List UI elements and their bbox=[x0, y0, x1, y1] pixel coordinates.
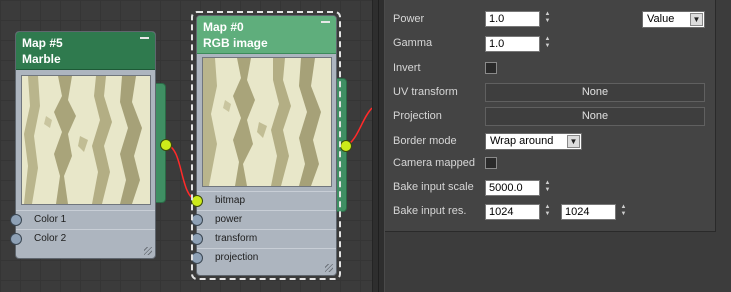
border-mode-dropdown[interactable]: Wrap around ▼ bbox=[485, 133, 582, 150]
gamma-field[interactable]: 1.0 bbox=[485, 36, 540, 52]
border-mode-label: Border mode bbox=[393, 135, 457, 147]
uv-transform-button[interactable]: None bbox=[485, 83, 705, 102]
up-down-arrows-icon[interactable]: ▲ ▼ bbox=[618, 204, 629, 220]
power-mode-dropdown[interactable]: Value ▼ bbox=[642, 11, 705, 28]
node-editor-canvas[interactable]: Map #5 Marble Color 1 Color 2 Map #0 RGB… bbox=[0, 0, 372, 292]
input-slot-color-1[interactable]: Color 1 bbox=[10, 210, 155, 229]
projection-button[interactable]: None bbox=[485, 107, 705, 126]
projection-label: Projection bbox=[393, 110, 442, 122]
bake-input-scale-field[interactable]: 5000.0 bbox=[485, 180, 540, 196]
bake-input-res-x-field[interactable]: 1024 bbox=[485, 204, 540, 220]
up-down-arrows-icon[interactable]: ▲ ▼ bbox=[542, 11, 553, 27]
node-subtitle: Marble bbox=[22, 52, 61, 66]
marble-node-header[interactable]: Map #5 Marble bbox=[16, 32, 155, 70]
uv-transform-label: UV transform bbox=[393, 86, 458, 98]
up-down-arrows-icon[interactable]: ▲ ▼ bbox=[542, 204, 553, 220]
splitter-line bbox=[378, 0, 379, 292]
power-label: Power bbox=[393, 13, 425, 25]
camera-mapped-label: Camera mapped bbox=[393, 157, 475, 169]
chevron-down-icon[interactable]: ▼ bbox=[690, 13, 703, 26]
marble-texture-image bbox=[22, 76, 150, 204]
bake-input-res-y-field[interactable]: 1024 bbox=[561, 204, 616, 220]
bake-input-scale-label: Bake input scale bbox=[393, 181, 474, 193]
panel-splitter[interactable] bbox=[372, 0, 385, 292]
gamma-label: Gamma bbox=[393, 37, 433, 49]
power-field[interactable]: 1.0 bbox=[485, 11, 540, 27]
collapse-icon[interactable] bbox=[140, 37, 149, 39]
marble-output-socket[interactable] bbox=[160, 139, 172, 151]
up-down-arrows-icon[interactable]: ▲ ▼ bbox=[542, 180, 553, 196]
chevron-down-icon[interactable]: ▼ bbox=[567, 135, 580, 148]
node-title: Map #5 bbox=[22, 36, 63, 50]
slot-label: Color 1 bbox=[34, 214, 67, 225]
slot-label: Color 2 bbox=[34, 233, 67, 244]
rgb-output-socket[interactable] bbox=[340, 140, 352, 152]
camera-mapped-checkbox[interactable] bbox=[485, 157, 497, 169]
marble-preview-thumbnail bbox=[21, 75, 151, 205]
input-slot-color-2[interactable]: Color 2 bbox=[10, 229, 155, 248]
input-socket[interactable] bbox=[10, 214, 22, 226]
invert-label: Invert bbox=[393, 62, 421, 74]
marble-map-node[interactable]: Map #5 Marble Color 1 Color 2 bbox=[10, 31, 156, 259]
invert-checkbox[interactable] bbox=[485, 62, 497, 74]
dropdown-value: Wrap around bbox=[490, 135, 554, 147]
up-down-arrows-icon[interactable]: ▲ ▼ bbox=[542, 36, 553, 52]
parameter-panel: Power 1.0 ▲ ▼ Value ▼ Gamma 1.0 ▲ ▼ Invert… bbox=[385, 0, 716, 232]
panel-empty-area bbox=[385, 232, 716, 292]
wire-rgb-output bbox=[345, 107, 372, 147]
resize-grip-icon[interactable] bbox=[144, 247, 152, 255]
input-socket[interactable] bbox=[10, 233, 22, 245]
selection-frame bbox=[191, 11, 341, 280]
panel-scroll-gutter[interactable] bbox=[716, 0, 731, 292]
dropdown-value: Value bbox=[647, 13, 675, 25]
bake-input-res-label: Bake input res. bbox=[393, 205, 467, 217]
